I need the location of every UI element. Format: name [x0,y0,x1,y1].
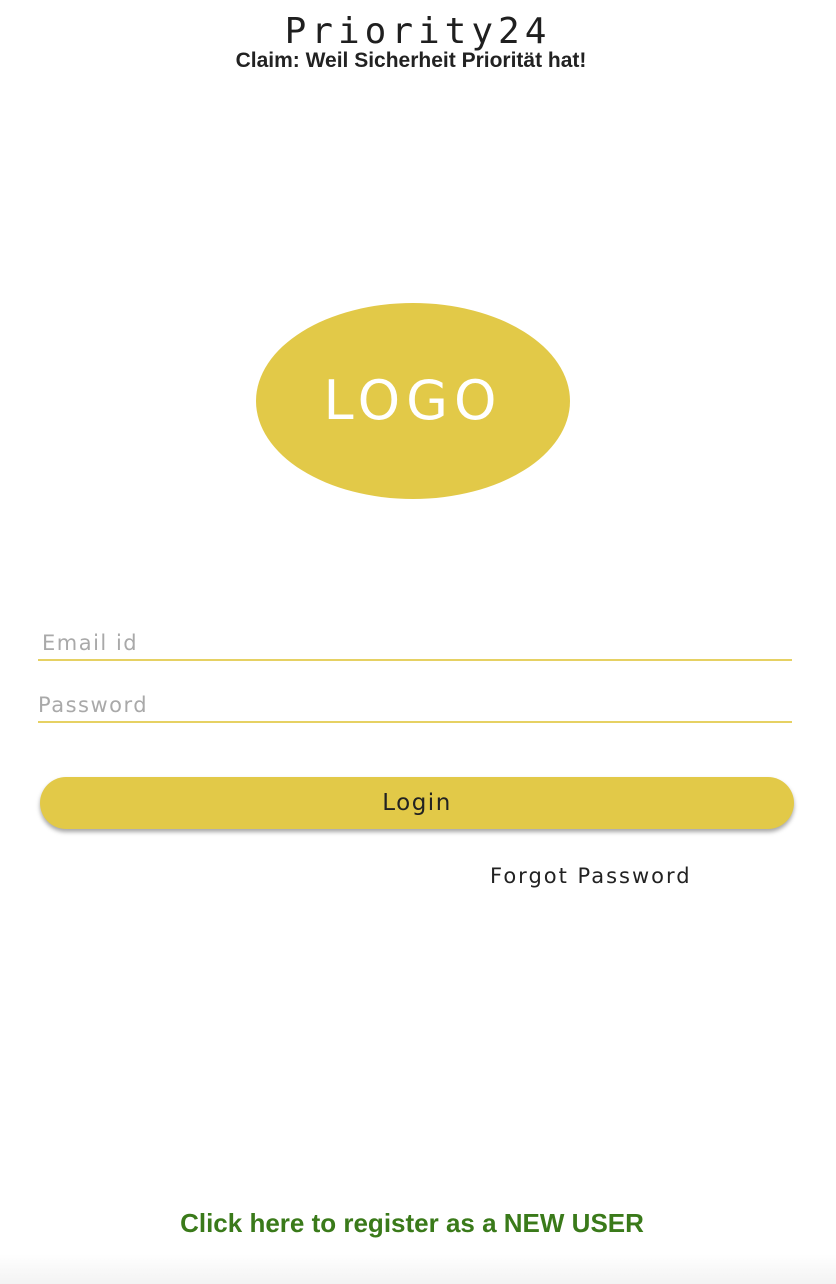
forgot-password-link[interactable]: Forgot Password [490,862,692,890]
login-screen: Priority24 Claim: Weil Sicherheit Priori… [0,0,836,1284]
register-link[interactable]: Click here to register as a NEW USER [0,1207,824,1239]
logo-text: LOGO [323,369,503,432]
claim-text: Claim: Weil Sicherheit Priorität hat! [235,49,587,72]
login-button[interactable]: Login [40,777,794,829]
email-field[interactable] [38,627,792,661]
app-title: Priority24 [284,11,552,52]
logo: LOGO [256,303,570,499]
password-field[interactable] [38,689,792,723]
bottom-edge [0,1254,836,1284]
